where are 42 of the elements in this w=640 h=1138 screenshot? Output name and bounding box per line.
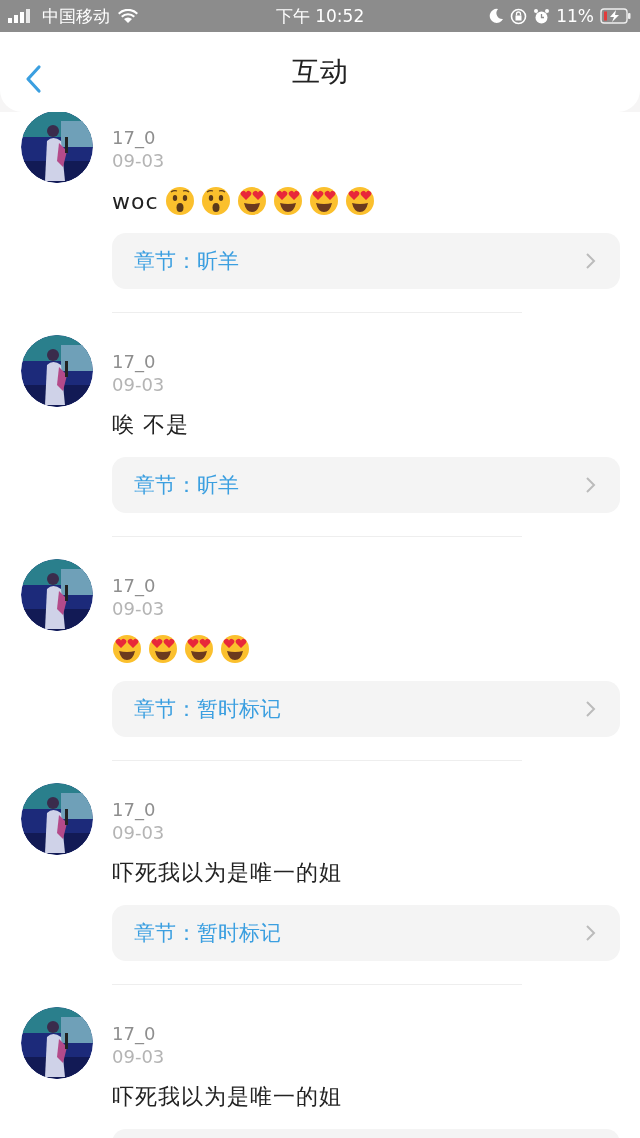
heart-eyes-face-icon <box>220 634 250 664</box>
comment-text: 吓死我以为是唯一的姐 <box>112 859 342 887</box>
heart-eyes-face-icon <box>148 634 178 664</box>
heart-eyes-face-icon <box>184 634 214 664</box>
comment-text: woc <box>112 188 159 214</box>
comment-text: 吓死我以为是唯一的姐 <box>112 1083 342 1111</box>
status-time: 下午 10:52 <box>275 4 365 28</box>
comment-date: 09-03 <box>112 821 166 844</box>
moon-icon <box>488 8 505 24</box>
user-name: 17_0 <box>112 1022 157 1045</box>
wifi-icon <box>118 8 138 24</box>
chapter-link[interactable]: 章节：昕羊 <box>112 233 620 289</box>
chevron-right-icon <box>585 476 596 494</box>
chevron-right-icon <box>585 700 596 718</box>
back-button[interactable] <box>24 64 42 94</box>
chevron-right-icon <box>585 252 596 270</box>
chevron-right-icon <box>585 924 596 942</box>
comment-date: 09-03 <box>112 597 166 620</box>
rotation-lock-icon <box>510 7 528 25</box>
astonished-face-icon <box>200 186 231 216</box>
heart-eyes-face-icon <box>272 186 303 216</box>
page-title: 互动 <box>292 54 348 90</box>
chapter-link[interactable]: 章节：暂时标记 <box>112 681 620 737</box>
comment-date: 09-03 <box>112 373 166 396</box>
battery-percent: 11% <box>556 6 594 26</box>
comment-text: 唉 不是 <box>112 411 189 439</box>
astonished-face-icon <box>164 186 195 216</box>
comment-date: 09-03 <box>112 149 166 172</box>
alarm-icon <box>533 7 551 25</box>
user-name: 17_0 <box>112 574 157 597</box>
user-name: 17_0 <box>112 350 157 373</box>
heart-eyes-face-icon <box>112 634 142 664</box>
comment-date: 09-03 <box>112 1045 166 1068</box>
chapter-link[interactable]: 章节：昕羊 <box>112 457 620 513</box>
battery-charging-icon <box>600 8 632 24</box>
chapter-link[interactable]: 章节：暂时标记 <box>112 905 620 961</box>
user-name: 17_0 <box>112 126 157 149</box>
user-name: 17_0 <box>112 798 157 821</box>
heart-eyes-face-icon <box>236 186 267 216</box>
carrier-name: 中国移动 <box>42 4 110 28</box>
heart-eyes-face-icon <box>344 186 375 216</box>
heart-eyes-face-icon <box>308 186 339 216</box>
